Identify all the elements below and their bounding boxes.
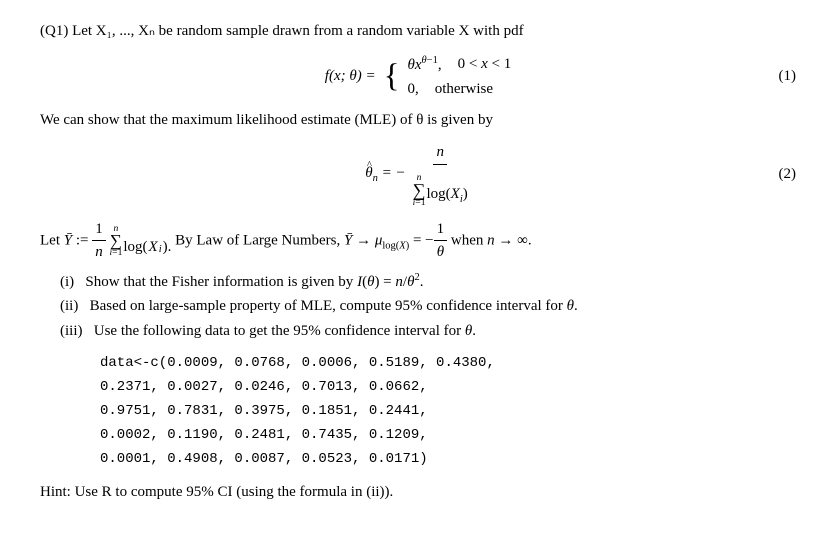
mle-denominator: n ∑ i=1 log(Xi) (410, 165, 471, 208)
data-line-2: 0.2371, 0.0027, 0.0246, 0.7013, 0.0662, (100, 376, 796, 400)
data-line-1: data<-c(0.0009, 0.0768, 0.0006, 0.5189, … (100, 352, 796, 376)
lln-den: n (92, 241, 106, 264)
lln-theta-num: 1 (434, 218, 448, 242)
log-xi: log(Xi) (427, 183, 468, 208)
equation-1-block: f(x; θ) = { θxθ−1, 0 < x < 1 0, otherwis… (40, 53, 796, 101)
mle-fraction: n n ∑ i=1 log(Xi) (410, 141, 471, 208)
mle-text-content: We can show that the maximum likelihood … (40, 112, 493, 128)
equation-2-block: ^ θ n = − n n ∑ i=1 log(Xi) (40, 141, 796, 208)
main-content: (Q1) Let X₁, ..., Xₙ be random sample dr… (40, 20, 796, 504)
eq1-number: (1) (779, 65, 797, 88)
part-ii-item: (ii) Based on large-sample property of M… (60, 295, 796, 318)
header-text: (Q1) Let X₁, ..., Xₙ be random sample dr… (40, 23, 524, 39)
mle-lhs: ^ θ n = − (365, 162, 405, 187)
pdf-lhs: f(x; θ) = (325, 65, 376, 88)
hint-content: Hint: Use R to compute 95% CI (using the… (40, 484, 393, 500)
left-brace: { (384, 60, 400, 93)
mle-intro-text: We can show that the maximum likelihood … (40, 109, 796, 132)
data-block: data<-c(0.0009, 0.0768, 0.0006, 0.5189, … (100, 352, 796, 471)
lln-sum: n ∑ i=1 log(Xi). (109, 224, 171, 258)
data-line-3: 0.9751, 0.7831, 0.3975, 0.1851, 0.2441, (100, 400, 796, 424)
part-i-item: (i) Show that the Fisher information is … (60, 270, 796, 294)
lln-theta-den: θ (434, 241, 447, 264)
eq2-number: (2) (779, 163, 797, 186)
case2-condition: otherwise (435, 78, 493, 101)
data-line-5: 0.0001, 0.4908, 0.0087, 0.0523, 0.0171) (100, 448, 796, 472)
case-1: θxθ−1, 0 < x < 1 (407, 53, 511, 77)
case-2: 0, otherwise (407, 78, 511, 101)
piecewise-cases: θxθ−1, 0 < x < 1 0, otherwise (407, 53, 511, 101)
case2-expr: 0, (407, 78, 418, 101)
lln-num: 1 (92, 218, 106, 242)
case1-condition: 0 < x < 1 (458, 53, 512, 76)
mle-numerator: n (433, 141, 447, 165)
pdf-equation: f(x; θ) = { θxθ−1, 0 < x < 1 0, otherwis… (325, 53, 511, 101)
parts-list: (i) Show that the Fisher information is … (60, 270, 796, 343)
question-header: (Q1) Let X₁, ..., Xₙ be random sample dr… (40, 20, 796, 43)
mle-equation: ^ θ n = − n n ∑ i=1 log(Xi) (365, 141, 471, 208)
part-iii-item: (iii) Use the following data to get the … (60, 320, 796, 343)
lln-fraction: 1 n (92, 218, 106, 264)
lln-text: Let Ȳ := 1 n n ∑ i=1 log(Xi). By Law of … (40, 218, 796, 264)
case1-expr: θxθ−1, (407, 53, 441, 77)
data-line-4: 0.0002, 0.1190, 0.2481, 0.7435, 0.1209, (100, 424, 796, 448)
hint-text: Hint: Use R to compute 95% CI (using the… (40, 481, 796, 504)
sigma-symbol: n ∑ i=1 (413, 173, 426, 208)
lln-theta-frac: 1θ (434, 218, 448, 264)
